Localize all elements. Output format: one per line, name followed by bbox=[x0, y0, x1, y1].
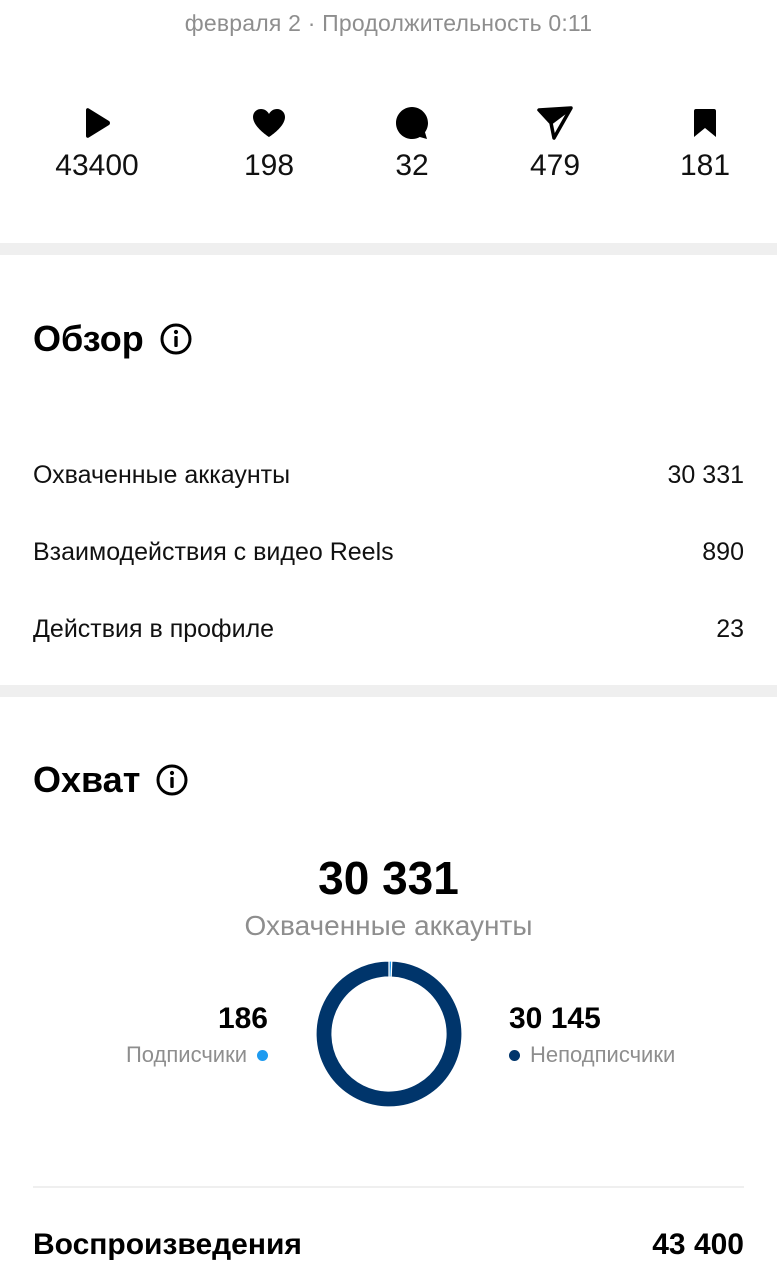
post-date-duration: февраля 2 · Продолжительность 0:11 bbox=[184, 10, 593, 36]
stat-comments-value: 32 bbox=[395, 149, 429, 182]
section-divider bbox=[0, 243, 777, 255]
overview-row-reels-interactions[interactable]: Взаимодействия с видео Reels 890 bbox=[33, 538, 744, 567]
reach-title: Охват bbox=[33, 759, 141, 800]
donut-slice-non-followers bbox=[315, 960, 463, 1108]
row-label: Действия в профиле bbox=[33, 615, 275, 643]
bookmark-icon bbox=[694, 109, 716, 137]
row-label: Охваченные аккаунты bbox=[33, 461, 291, 489]
stat-comments: 32 bbox=[352, 105, 472, 183]
overview-row-accounts-reached[interactable]: Охваченные аккаунты 30 331 bbox=[33, 461, 744, 490]
stat-plays-value: 43400 bbox=[55, 149, 139, 182]
reach-donut-chart bbox=[315, 960, 463, 1108]
stat-likes-value: 198 bbox=[243, 149, 295, 182]
reach-total-value: 30 331 bbox=[318, 852, 459, 904]
plays-row[interactable]: Воспроизведения 43 400 bbox=[33, 1228, 744, 1262]
reach-total-label: Охваченные аккаунты bbox=[244, 910, 533, 941]
stat-saves-value: 181 bbox=[679, 149, 731, 182]
send-icon bbox=[537, 106, 573, 140]
overview-row-profile-activity[interactable]: Действия в профиле 23 bbox=[33, 615, 744, 644]
followers-label: Подписчики bbox=[125, 1042, 247, 1067]
followers-value: 186 bbox=[217, 1002, 268, 1035]
info-icon[interactable] bbox=[160, 323, 192, 355]
plays-value: 43 400 bbox=[652, 1228, 744, 1261]
non-followers-legend: 30 145 Неподписчики bbox=[509, 1002, 739, 1068]
stat-saves: 181 bbox=[645, 105, 765, 183]
reach-section-title: Охват bbox=[33, 759, 188, 801]
row-value: 30 331 bbox=[667, 461, 744, 489]
info-icon[interactable] bbox=[156, 764, 188, 796]
overview-title: Обзор bbox=[33, 318, 144, 359]
row-label: Взаимодействия с видео Reels bbox=[33, 538, 394, 566]
stat-shares: 479 bbox=[495, 105, 615, 183]
section-divider bbox=[0, 685, 777, 697]
row-value: 23 bbox=[716, 615, 744, 643]
followers-dot bbox=[257, 1049, 268, 1061]
play-icon bbox=[86, 108, 110, 138]
followers-legend: 186 Подписчики bbox=[60, 1002, 268, 1068]
non-followers-dot bbox=[509, 1049, 520, 1061]
stat-plays: 43400 bbox=[37, 105, 157, 183]
non-followers-label: Неподписчики bbox=[530, 1042, 676, 1067]
stat-shares-value: 479 bbox=[529, 149, 581, 182]
divider-line bbox=[33, 1186, 744, 1188]
plays-label: Воспроизведения bbox=[33, 1228, 302, 1261]
non-followers-value: 30 145 bbox=[509, 1002, 601, 1035]
comment-icon bbox=[396, 107, 428, 139]
overview-section-title: Обзор bbox=[33, 318, 192, 360]
row-value: 890 bbox=[702, 538, 744, 566]
stat-likes: 198 bbox=[209, 105, 329, 183]
heart-icon bbox=[253, 109, 285, 137]
